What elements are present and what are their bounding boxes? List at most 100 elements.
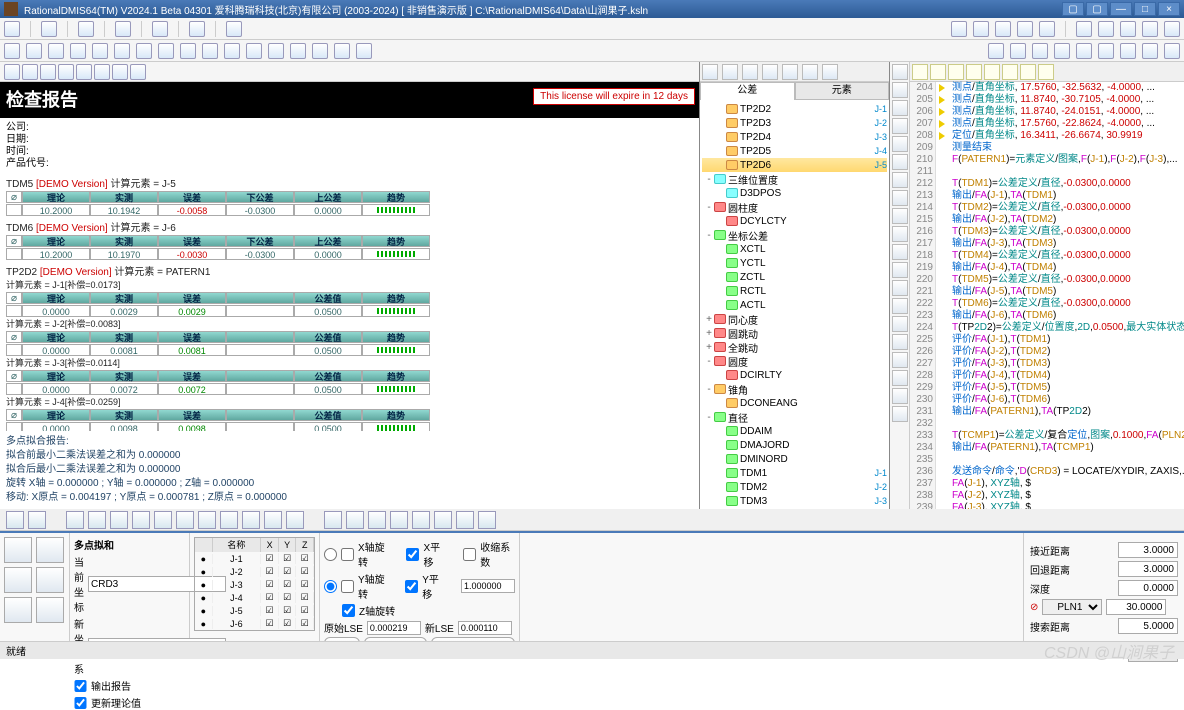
- maximize-button[interactable]: □: [1134, 2, 1156, 16]
- code-line[interactable]: 234输出/FA(PATERN1),TA(TCMP1): [910, 442, 1184, 454]
- table-row[interactable]: ●J-5☑☑☑: [195, 604, 314, 617]
- plane-select[interactable]: PLN1: [1042, 599, 1102, 615]
- table-row[interactable]: ●J-3☑☑☑: [195, 578, 314, 591]
- tb1-icon-4[interactable]: [115, 21, 131, 37]
- report-tb-icon[interactable]: [112, 64, 128, 80]
- vstrip-icon[interactable]: [892, 406, 908, 422]
- expand-icon[interactable]: -: [704, 174, 714, 185]
- code-line[interactable]: 217输出/FA(J-3),TA(TDM3): [910, 238, 1184, 250]
- expand-icon[interactable]: -: [704, 356, 714, 367]
- tb1-icon-2[interactable]: [41, 21, 57, 37]
- tb2-icon[interactable]: [246, 43, 262, 59]
- tree-node[interactable]: DCIRLTY: [702, 368, 887, 382]
- tb2-icon[interactable]: [312, 43, 328, 59]
- tree-node[interactable]: TDM2J-2: [702, 480, 887, 494]
- tb1-icon-r1[interactable]: [951, 21, 967, 37]
- tree-node[interactable]: TDM3J-3: [702, 494, 887, 508]
- report-tb-icon[interactable]: [58, 64, 74, 80]
- vstrip-icon[interactable]: [892, 280, 908, 296]
- tree-node[interactable]: XCTL: [702, 242, 887, 256]
- tb2-icon-r[interactable]: [1032, 43, 1048, 59]
- code-line[interactable]: 214T(TDM2)=公差定义/直径,-0.0300,0.0000: [910, 202, 1184, 214]
- tree-node[interactable]: TP2D2J-1: [702, 102, 887, 116]
- tree-node[interactable]: -锥角: [702, 382, 887, 396]
- tree-tb-icon[interactable]: [742, 64, 758, 80]
- tb1-icon-r7[interactable]: [1098, 21, 1114, 37]
- code-line[interactable]: 230评价/FA(J-6),T(TDM6): [910, 394, 1184, 406]
- element-table[interactable]: 名称XYZ●J-1☑☑☑●J-2☑☑☑●J-3☑☑☑●J-4☑☑☑●J-5☑☑☑…: [194, 537, 315, 631]
- code-tb-icon[interactable]: [1038, 64, 1054, 80]
- retract-input[interactable]: [1118, 561, 1178, 577]
- code-line[interactable]: 209测量结束: [910, 142, 1184, 154]
- tb1-icon-7[interactable]: [226, 21, 242, 37]
- tb2-icon[interactable]: [180, 43, 196, 59]
- tb2-icon[interactable]: [158, 43, 174, 59]
- tb1-icon-r9[interactable]: [1142, 21, 1158, 37]
- bb-icon[interactable]: [324, 511, 342, 529]
- yrot-cb[interactable]: [341, 580, 354, 593]
- vstrip-icon[interactable]: [892, 100, 908, 116]
- tb1-icon-r2[interactable]: [973, 21, 989, 37]
- tree-tb-icon[interactable]: [762, 64, 778, 80]
- tree-tb-icon[interactable]: [822, 64, 838, 80]
- report-tb-icon[interactable]: [4, 64, 20, 80]
- expand-icon[interactable]: -: [704, 412, 714, 423]
- code-line[interactable]: 227评价/FA(J-3),T(TDM3): [910, 358, 1184, 370]
- tb2-icon[interactable]: [4, 43, 20, 59]
- tree-node[interactable]: ZCTL: [702, 270, 887, 284]
- vstrip-icon[interactable]: [892, 154, 908, 170]
- vstrip-icon[interactable]: [892, 316, 908, 332]
- code-tb-icon[interactable]: [984, 64, 1000, 80]
- code-tb-icon[interactable]: [1002, 64, 1018, 80]
- tb2-icon[interactable]: [114, 43, 130, 59]
- tree-node[interactable]: -圆度: [702, 354, 887, 368]
- code-tb-icon[interactable]: [912, 64, 928, 80]
- search-input[interactable]: [1118, 618, 1178, 634]
- bb-icon[interactable]: [346, 511, 364, 529]
- tb2-icon[interactable]: [224, 43, 240, 59]
- tb1-icon-5[interactable]: [152, 21, 168, 37]
- expand-icon[interactable]: +: [704, 342, 714, 353]
- code-editor[interactable]: 204测点/直角坐标, 17.5760, -32.5632, -4.0000, …: [910, 62, 1184, 509]
- tb2-icon[interactable]: [70, 43, 86, 59]
- tree-node[interactable]: -坐标公差: [702, 228, 887, 242]
- code-line[interactable]: 218T(TDM4)=公差定义/直径,-0.0300,0.0000: [910, 250, 1184, 262]
- code-line[interactable]: 231输出/FA(PATERN1),TA(TP2D2): [910, 406, 1184, 418]
- tree-node[interactable]: RCTL: [702, 284, 887, 298]
- dock-icon[interactable]: [36, 537, 64, 563]
- tree-node[interactable]: DCYLCTY: [702, 214, 887, 228]
- bb-icon[interactable]: [456, 511, 474, 529]
- bb-icon[interactable]: [412, 511, 430, 529]
- code-line[interactable]: 232: [910, 418, 1184, 430]
- expand-icon[interactable]: -: [704, 384, 714, 395]
- bb-icon[interactable]: [6, 511, 24, 529]
- expand-icon[interactable]: -: [704, 202, 714, 213]
- rot-radio[interactable]: [324, 580, 337, 593]
- code-line[interactable]: 226评价/FA(J-2),T(TDM2): [910, 346, 1184, 358]
- expand-icon[interactable]: +: [704, 314, 714, 325]
- code-line[interactable]: 236发送命令/命令,'D(CRD3) = LOCATE/XYDIR, ZAXI…: [910, 466, 1184, 478]
- tb1-icon-r3[interactable]: [995, 21, 1011, 37]
- tree-node[interactable]: -直径: [702, 410, 887, 424]
- code-line[interactable]: 228评价/FA(J-4),T(TDM4): [910, 370, 1184, 382]
- table-row[interactable]: ●J-2☑☑☑: [195, 565, 314, 578]
- tb2-icon-r[interactable]: [1120, 43, 1136, 59]
- vstrip-icon[interactable]: [892, 262, 908, 278]
- report-tb-icon[interactable]: [22, 64, 38, 80]
- bb-icon[interactable]: [176, 511, 194, 529]
- vstrip-icon[interactable]: [892, 118, 908, 134]
- tb1-icon-1[interactable]: [4, 21, 20, 37]
- tb2-icon[interactable]: [334, 43, 350, 59]
- tb2-icon[interactable]: [92, 43, 108, 59]
- bb-icon[interactable]: [154, 511, 172, 529]
- depth-input[interactable]: [1118, 580, 1178, 596]
- code-tb-icon[interactable]: [930, 64, 946, 80]
- code-line[interactable]: 215输出/FA(J-2),TA(TDM2): [910, 214, 1184, 226]
- tb2-icon[interactable]: [26, 43, 42, 59]
- tree-node[interactable]: DMAJORD: [702, 438, 887, 452]
- tb2-icon[interactable]: [356, 43, 372, 59]
- code-line[interactable]: 223输出/FA(J-6),TA(TDM6): [910, 310, 1184, 322]
- code-line[interactable]: 219输出/FA(J-4),TA(TDM4): [910, 262, 1184, 274]
- tb2-icon-r[interactable]: [1076, 43, 1092, 59]
- tree-node[interactable]: DMINORD: [702, 452, 887, 466]
